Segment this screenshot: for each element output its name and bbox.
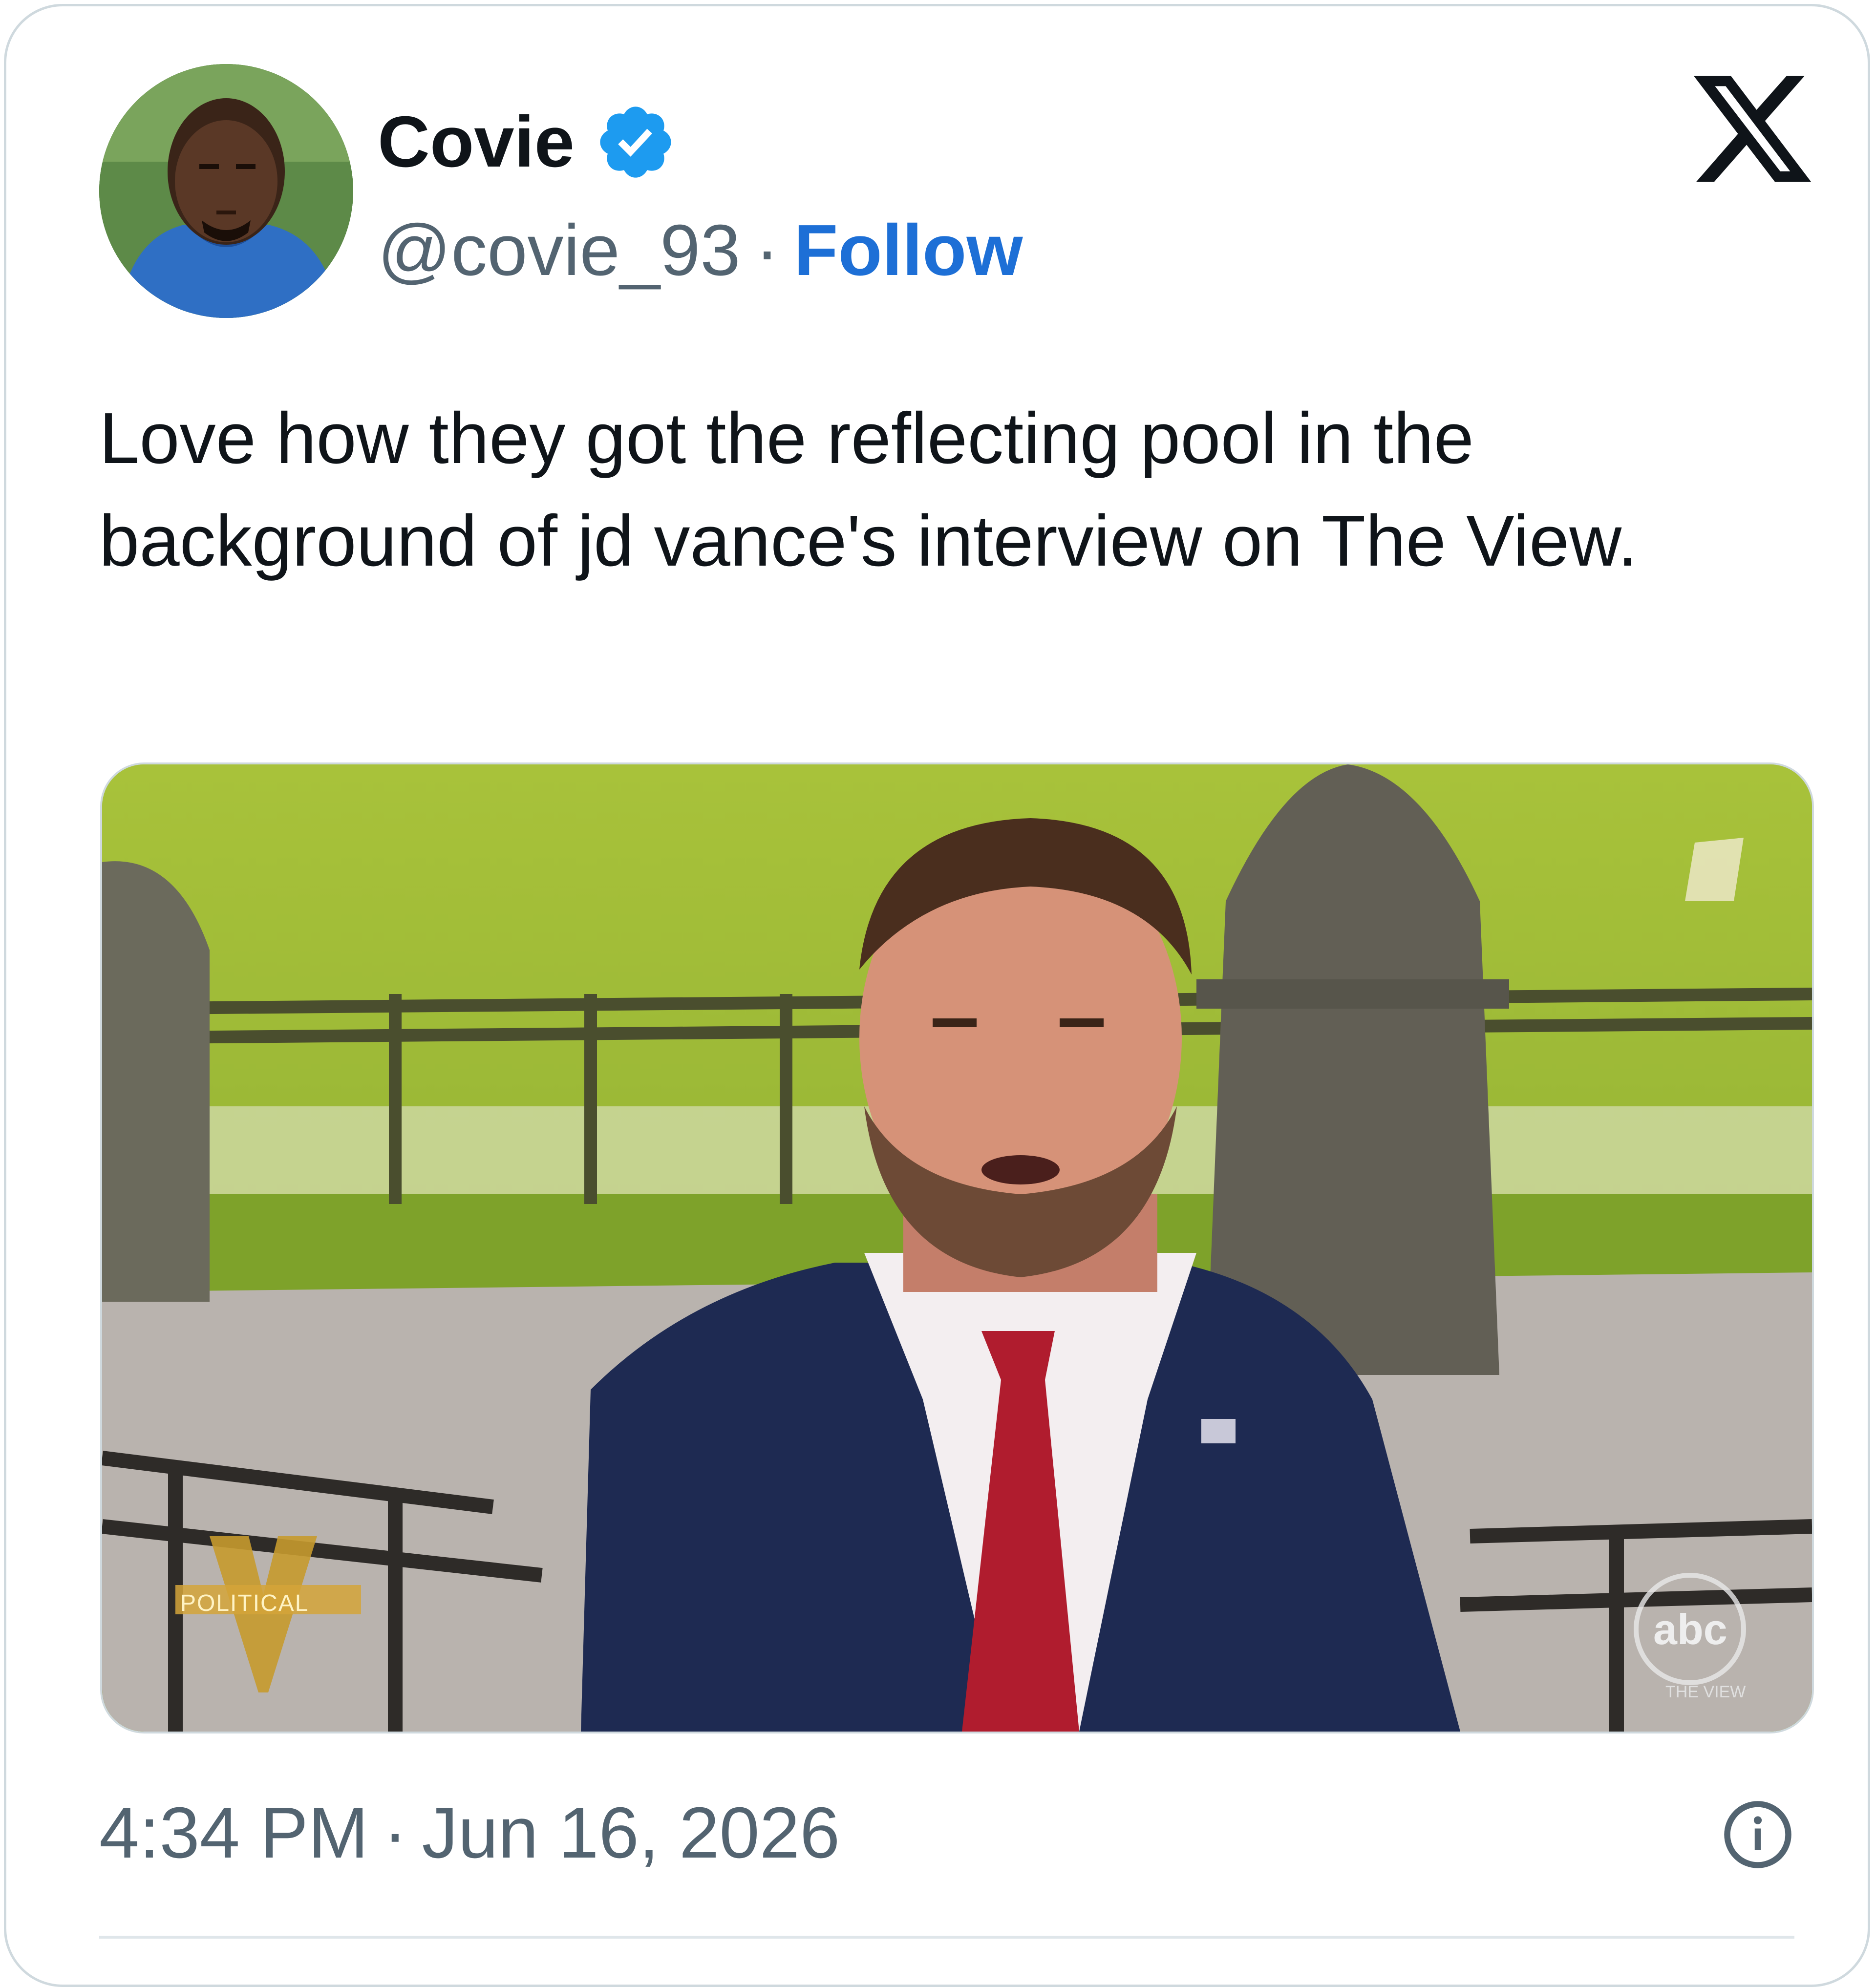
avatar-image bbox=[99, 64, 353, 318]
video-frame bbox=[102, 764, 1812, 1732]
show-bug-label: POLITICAL bbox=[180, 1590, 309, 1616]
network-logo-label: abc bbox=[1653, 1605, 1727, 1653]
separator-dot: · bbox=[755, 210, 779, 291]
tweet-media-image[interactable]: POLITICAL abc THE VIEW bbox=[100, 762, 1814, 1733]
network-sub-label: THE VIEW bbox=[1665, 1683, 1746, 1701]
handle-row: @covie_93 · Follow bbox=[378, 207, 1023, 295]
divider bbox=[99, 1936, 1794, 1939]
display-name[interactable]: Covie bbox=[378, 101, 575, 184]
date-separator: · bbox=[383, 1793, 407, 1873]
tweet-date: Jun 16, 2026 bbox=[422, 1793, 840, 1873]
author-name-row: Covie bbox=[378, 93, 677, 191]
avatar[interactable] bbox=[99, 64, 353, 318]
tweet-card: Covie @covie_93 · Follow Love how they g… bbox=[4, 4, 1870, 1987]
info-icon[interactable] bbox=[1721, 1798, 1794, 1871]
x-logo-icon[interactable] bbox=[1694, 75, 1812, 183]
tweet-text: Love how they got the reflecting pool in… bbox=[99, 398, 1638, 581]
timestamp-row[interactable]: 4:34 PM · Jun 16, 2026 bbox=[99, 1789, 840, 1877]
verified-badge-icon bbox=[600, 106, 671, 178]
tweet-time: 4:34 PM bbox=[99, 1793, 369, 1873]
follow-button[interactable]: Follow bbox=[794, 209, 1023, 292]
user-handle[interactable]: @covie_93 bbox=[378, 209, 741, 292]
